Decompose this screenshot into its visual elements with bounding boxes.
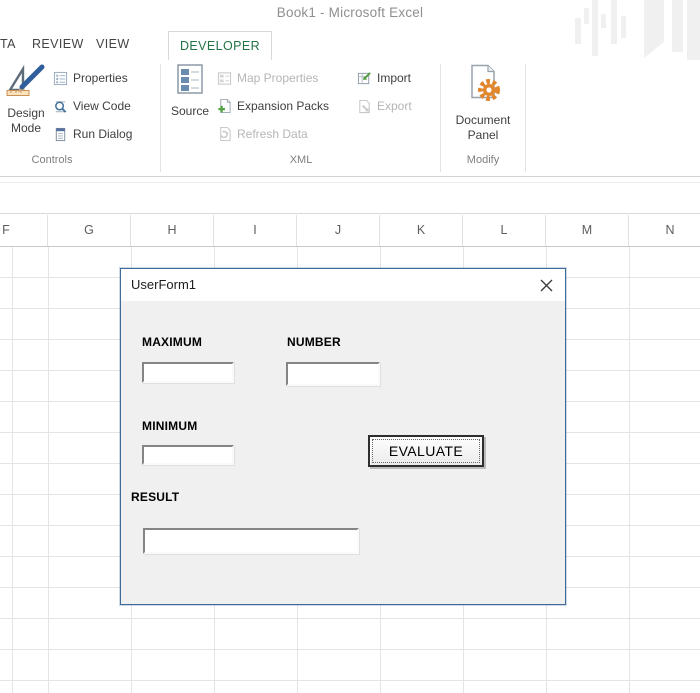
refresh-data-icon: [216, 126, 233, 143]
expansion-packs-label: Expansion Packs: [237, 99, 330, 113]
maximum-input[interactable]: [142, 362, 234, 383]
close-icon[interactable]: [533, 274, 559, 296]
ribbon-tab-strip: TA REVIEW VIEW DEVELOPER: [0, 28, 700, 60]
run-dialog-icon: [52, 126, 69, 143]
export-label: Export: [377, 99, 412, 113]
minimum-input[interactable]: [142, 445, 234, 465]
group-separator: [525, 64, 526, 172]
column-header[interactable]: L: [463, 215, 546, 246]
design-mode-button[interactable]: Design Mode: [2, 64, 50, 136]
properties-label: Properties: [73, 71, 128, 85]
refresh-data-label: Refresh Data: [237, 127, 308, 141]
column-header[interactable]: I: [214, 215, 297, 246]
formula-bar-divider: [0, 182, 700, 183]
column-header[interactable]: G: [48, 215, 131, 246]
source-button[interactable]: Source: [168, 64, 212, 119]
run-dialog-label: Run Dialog: [73, 127, 133, 141]
column-header[interactable]: N: [629, 215, 700, 246]
map-properties-icon: [216, 70, 233, 87]
document-panel-label: Document Panel: [455, 113, 511, 142]
import-label: Import: [377, 71, 412, 85]
view-code-label: View Code: [73, 99, 131, 113]
expansion-packs-icon: [216, 98, 233, 115]
map-properties-label: Map Properties: [237, 71, 319, 85]
group-separator: [440, 64, 441, 172]
userform-dialog: UserForm1 MAXIMUM NUMBER MINIMUM EVALUAT…: [120, 268, 566, 605]
group-separator: [160, 64, 161, 172]
dialog-title: UserForm1: [131, 277, 197, 292]
tab-data[interactable]: TA: [0, 37, 16, 51]
export-icon: [356, 98, 373, 115]
number-input[interactable]: [286, 362, 380, 386]
view-code-icon: [52, 98, 69, 115]
column-header[interactable]: M: [546, 215, 629, 246]
evaluate-button-label: EVALUATE: [372, 439, 480, 463]
tab-developer[interactable]: DEVELOPER: [168, 31, 272, 60]
minimum-label: MINIMUM: [142, 419, 198, 433]
title-bar: Book1 - Microsoft Excel: [0, 0, 700, 60]
design-mode-label: Design Mode: [7, 106, 45, 135]
export-button: Export: [356, 97, 412, 115]
run-dialog-button[interactable]: Run Dialog: [52, 125, 132, 143]
source-label: Source: [170, 104, 210, 118]
maximum-label: MAXIMUM: [142, 335, 203, 349]
xml-group-label: XML: [289, 154, 313, 166]
import-button[interactable]: Import: [356, 69, 411, 87]
column-headers: F G H I J K L M N: [0, 215, 700, 247]
number-label: NUMBER: [287, 335, 341, 349]
column-header[interactable]: F: [0, 215, 48, 246]
column-header[interactable]: J: [297, 215, 380, 246]
excel-window: Book1 - Microsoft Excel TA REVIEW VIEW D…: [0, 0, 700, 693]
map-properties-button: Map Properties: [216, 69, 318, 87]
dialog-title-bar[interactable]: UserForm1: [121, 269, 565, 301]
document-panel-button[interactable]: Document Panel: [446, 64, 520, 143]
controls-group-label: Controls: [31, 154, 73, 166]
evaluate-button[interactable]: EVALUATE: [368, 435, 484, 467]
source-icon: [177, 64, 203, 94]
tab-view[interactable]: VIEW: [96, 37, 130, 51]
tab-review[interactable]: REVIEW: [32, 37, 84, 51]
ribbon: Design Mode Properties View Code Run Dia…: [0, 60, 700, 176]
result-label: RESULT: [131, 490, 180, 504]
modify-group-label: Modify: [466, 154, 500, 166]
import-icon: [356, 70, 373, 87]
properties-button[interactable]: Properties: [52, 69, 128, 87]
properties-icon: [52, 70, 69, 87]
column-header[interactable]: K: [380, 215, 463, 246]
refresh-data-button: Refresh Data: [216, 125, 308, 143]
result-input[interactable]: [143, 528, 359, 554]
expansion-packs-button[interactable]: Expansion Packs: [216, 97, 329, 115]
document-panel-icon: [471, 64, 500, 101]
view-code-button[interactable]: View Code: [52, 97, 131, 115]
column-header[interactable]: H: [131, 215, 214, 246]
design-mode-icon: [6, 64, 45, 96]
